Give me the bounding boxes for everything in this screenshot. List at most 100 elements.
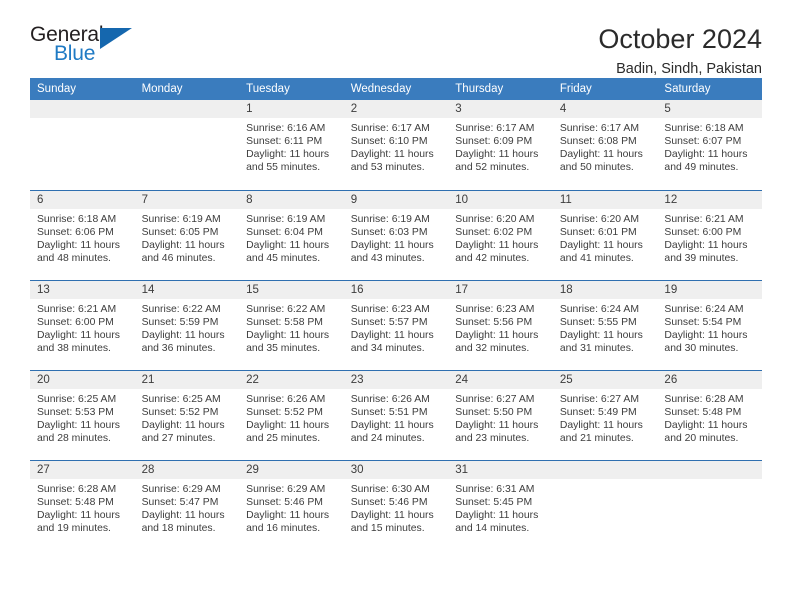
day-details: Sunrise: 6:28 AM Sunset: 5:48 PM Daylight:… bbox=[657, 389, 762, 445]
day-number: 24 bbox=[448, 371, 553, 389]
day-details: Sunrise: 6:30 AM Sunset: 5:46 PM Daylight:… bbox=[344, 479, 449, 535]
day-number: 12 bbox=[657, 191, 762, 209]
daylight-text: Daylight: 11 hours and 38 minutes. bbox=[37, 330, 120, 355]
sunset-text: Sunset: 5:49 PM bbox=[559, 407, 637, 419]
daylight-text: Daylight: 11 hours and 53 minutes. bbox=[350, 149, 434, 174]
sunset-text: Sunset: 5:59 PM bbox=[141, 317, 219, 329]
sunrise-text: Sunrise: 6:28 AM bbox=[37, 484, 117, 495]
daylight-text: Daylight: 11 hours and 43 minutes. bbox=[350, 240, 434, 265]
day-cell[interactable]: 13 Sunrise: 6:21 AM Sunset: 6:00 PM Dayligh… bbox=[30, 281, 135, 370]
day-cell[interactable]: 23 Sunrise: 6:26 AM Sunset: 5:51 PM Dayligh… bbox=[343, 371, 449, 460]
sunset-text: Sunset: 6:10 PM bbox=[350, 136, 428, 148]
calendar-week-row: 20 Sunrise: 6:25 AM Sunset: 5:53 PM Dayligh… bbox=[30, 370, 762, 460]
day-cell[interactable]: 12 Sunrise: 6:21 AM Sunset: 6:00 PM Dayligh… bbox=[657, 191, 762, 280]
day-cell[interactable]: 7 Sunrise: 6:19 AM Sunset: 6:05 PM Daylight… bbox=[134, 191, 240, 280]
day-cell[interactable]: 6 Sunrise: 6:18 AM Sunset: 6:06 PM Daylight… bbox=[30, 191, 135, 280]
day-details: Sunrise: 6:28 AM Sunset: 5:48 PM Daylight:… bbox=[30, 479, 135, 535]
sunrise-text: Sunrise: 6:18 AM bbox=[37, 214, 117, 225]
sunset-text: Sunset: 5:46 PM bbox=[246, 497, 323, 509]
day-number: 21 bbox=[134, 371, 240, 389]
day-cell[interactable]: 24 Sunrise: 6:27 AM Sunset: 5:50 PM Dayligh… bbox=[448, 371, 553, 460]
weekday-friday: Friday bbox=[559, 83, 592, 95]
day-cell-empty bbox=[134, 100, 240, 190]
day-cell-empty bbox=[552, 461, 658, 550]
day-number: 14 bbox=[134, 281, 240, 299]
day-cell[interactable]: 27 Sunrise: 6:28 AM Sunset: 5:48 PM Dayligh… bbox=[30, 461, 135, 550]
day-cell[interactable]: 31 Sunrise: 6:31 AM Sunset: 5:45 PM Dayligh… bbox=[448, 461, 553, 550]
sunset-text: Sunset: 5:45 PM bbox=[455, 497, 533, 509]
day-cell[interactable]: 2 Sunrise: 6:17 AM Sunset: 6:10 PM Daylight… bbox=[343, 100, 449, 190]
daylight-text: Daylight: 11 hours and 15 minutes. bbox=[350, 510, 434, 535]
sunrise-text: Sunrise: 6:29 AM bbox=[246, 484, 326, 495]
day-cell[interactable]: 3 Sunrise: 6:17 AM Sunset: 6:09 PM Daylight… bbox=[448, 100, 553, 190]
sunset-text: Sunset: 6:09 PM bbox=[455, 136, 533, 148]
sunrise-text: Sunrise: 6:20 AM bbox=[455, 214, 535, 225]
day-cell[interactable]: 5 Sunrise: 6:18 AM Sunset: 6:07 PM Daylight… bbox=[657, 100, 762, 190]
day-number: 30 bbox=[343, 461, 449, 479]
daylight-text: Daylight: 11 hours and 46 minutes. bbox=[141, 240, 225, 265]
sunrise-text: Sunrise: 6:24 AM bbox=[664, 304, 744, 315]
day-cell[interactable]: 17 Sunrise: 6:23 AM Sunset: 5:56 PM Dayligh… bbox=[448, 281, 553, 370]
daylight-text: Daylight: 11 hours and 49 minutes. bbox=[664, 149, 748, 174]
day-details: Sunrise: 6:21 AM Sunset: 6:00 PM Daylight:… bbox=[30, 299, 135, 355]
sunrise-text: Sunrise: 6:29 AM bbox=[141, 484, 221, 495]
day-cell[interactable]: 28 Sunrise: 6:29 AM Sunset: 5:47 PM Dayligh… bbox=[134, 461, 240, 550]
sunrise-text: Sunrise: 6:24 AM bbox=[559, 304, 639, 315]
sunset-text: Sunset: 6:05 PM bbox=[141, 227, 219, 239]
day-cell[interactable]: 22 Sunrise: 6:26 AM Sunset: 5:52 PM Dayligh… bbox=[239, 371, 344, 460]
sunset-text: Sunset: 6:08 PM bbox=[559, 136, 637, 148]
day-details: Sunrise: 6:25 AM Sunset: 5:52 PM Daylight:… bbox=[135, 389, 240, 445]
generalblue-logo[interactable]: General Blue bbox=[30, 24, 138, 70]
calendar-weeks: 1 Sunrise: 6:16 AM Sunset: 6:11 PM Daylight… bbox=[30, 100, 762, 550]
sunset-text: Sunset: 5:48 PM bbox=[37, 497, 114, 509]
sunset-text: Sunset: 5:47 PM bbox=[141, 497, 219, 509]
day-details: Sunrise: 6:24 AM Sunset: 5:54 PM Daylight:… bbox=[657, 299, 762, 355]
day-number: 6 bbox=[30, 191, 135, 209]
day-number: 1 bbox=[239, 100, 344, 118]
day-cell[interactable]: 25 Sunrise: 6:27 AM Sunset: 5:49 PM Dayligh… bbox=[552, 371, 658, 460]
sunrise-text: Sunrise: 6:25 AM bbox=[37, 394, 117, 405]
sunset-text: Sunset: 5:55 PM bbox=[559, 317, 637, 329]
day-cell[interactable]: 20 Sunrise: 6:25 AM Sunset: 5:53 PM Dayligh… bbox=[30, 371, 135, 460]
day-cell[interactable]: 30 Sunrise: 6:30 AM Sunset: 5:46 PM Dayligh… bbox=[343, 461, 449, 550]
day-cell[interactable]: 19 Sunrise: 6:24 AM Sunset: 5:54 PM Dayligh… bbox=[657, 281, 762, 370]
day-cell[interactable]: 29 Sunrise: 6:29 AM Sunset: 5:46 PM Dayligh… bbox=[239, 461, 344, 550]
day-cell[interactable]: 11 Sunrise: 6:20 AM Sunset: 6:01 PM Dayligh… bbox=[552, 191, 658, 280]
day-cell[interactable]: 4 Sunrise: 6:17 AM Sunset: 6:08 PM Daylight… bbox=[552, 100, 658, 190]
day-number: 27 bbox=[30, 461, 135, 479]
day-cell[interactable]: 10 Sunrise: 6:20 AM Sunset: 6:02 PM Dayligh… bbox=[448, 191, 553, 280]
day-number: 25 bbox=[552, 371, 658, 389]
day-number: 16 bbox=[343, 281, 449, 299]
day-cell[interactable]: 21 Sunrise: 6:25 AM Sunset: 5:52 PM Dayligh… bbox=[134, 371, 240, 460]
day-cell[interactable]: 1 Sunrise: 6:16 AM Sunset: 6:11 PM Daylight… bbox=[239, 100, 344, 190]
day-cell[interactable]: 14 Sunrise: 6:22 AM Sunset: 5:59 PM Dayligh… bbox=[134, 281, 240, 370]
daylight-text: Daylight: 11 hours and 45 minutes. bbox=[246, 240, 330, 265]
sunrise-text: Sunrise: 6:28 AM bbox=[664, 394, 744, 405]
calendar-page: General Blue October 2024 Badin, Sindh, … bbox=[0, 0, 792, 612]
day-details: Sunrise: 6:29 AM Sunset: 5:46 PM Daylight:… bbox=[239, 479, 344, 535]
sunrise-text: Sunrise: 6:20 AM bbox=[559, 214, 639, 225]
daylight-text: Daylight: 11 hours and 20 minutes. bbox=[664, 420, 748, 445]
daylight-text: Daylight: 11 hours and 42 minutes. bbox=[455, 240, 539, 265]
sunrise-text: Sunrise: 6:19 AM bbox=[246, 214, 326, 225]
day-number bbox=[134, 100, 240, 118]
day-cell[interactable]: 16 Sunrise: 6:23 AM Sunset: 5:57 PM Dayligh… bbox=[343, 281, 449, 370]
day-cell[interactable]: 8 Sunrise: 6:19 AM Sunset: 6:04 PM Daylight… bbox=[239, 191, 344, 280]
day-details: Sunrise: 6:22 AM Sunset: 5:59 PM Daylight:… bbox=[135, 299, 240, 355]
daylight-text: Daylight: 11 hours and 39 minutes. bbox=[664, 240, 748, 265]
daylight-text: Daylight: 11 hours and 41 minutes. bbox=[559, 240, 643, 265]
day-number: 11 bbox=[552, 191, 658, 209]
daylight-text: Daylight: 11 hours and 32 minutes. bbox=[455, 330, 539, 355]
day-number: 3 bbox=[448, 100, 553, 118]
day-cell[interactable]: 9 Sunrise: 6:19 AM Sunset: 6:03 PM Daylight… bbox=[343, 191, 449, 280]
sunrise-text: Sunrise: 6:31 AM bbox=[455, 484, 535, 495]
day-cell[interactable]: 15 Sunrise: 6:22 AM Sunset: 5:58 PM Dayligh… bbox=[239, 281, 344, 370]
day-cell[interactable]: 26 Sunrise: 6:28 AM Sunset: 5:48 PM Dayligh… bbox=[657, 371, 762, 460]
day-cell[interactable]: 18 Sunrise: 6:24 AM Sunset: 5:55 PM Dayligh… bbox=[552, 281, 658, 370]
sunrise-text: Sunrise: 6:23 AM bbox=[455, 304, 535, 315]
daylight-text: Daylight: 11 hours and 19 minutes. bbox=[37, 510, 120, 535]
weekday-tuesday: Tuesday bbox=[246, 83, 290, 95]
sunrise-text: Sunrise: 6:23 AM bbox=[350, 304, 430, 315]
day-details: Sunrise: 6:26 AM Sunset: 5:51 PM Daylight:… bbox=[344, 389, 449, 445]
day-details: Sunrise: 6:27 AM Sunset: 5:49 PM Daylight:… bbox=[553, 389, 658, 445]
